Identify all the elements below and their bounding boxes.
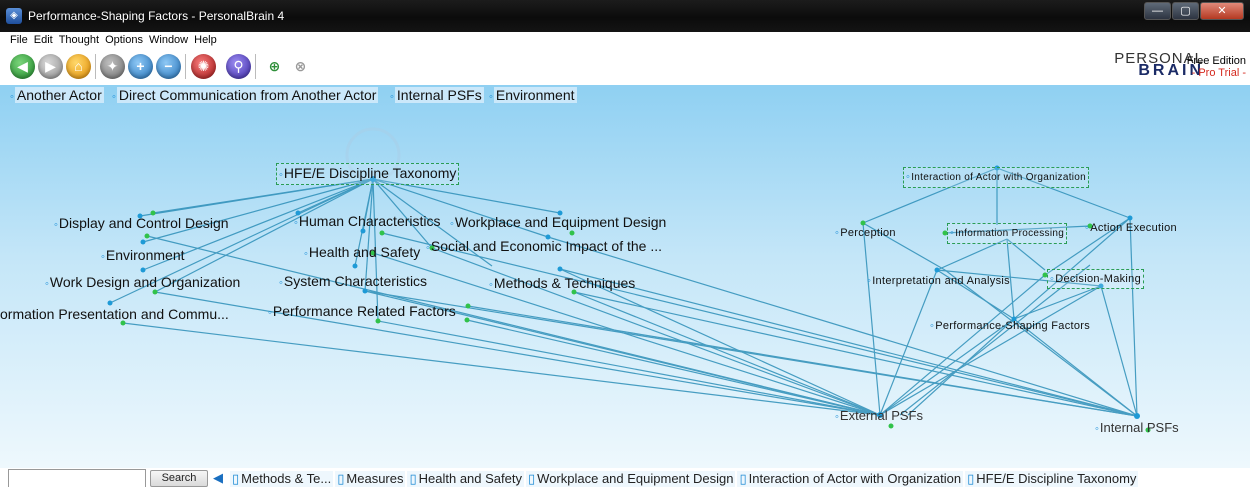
thought-workplace-equipment[interactable]: ◦Workplace and Equipment Design (450, 214, 666, 232)
thought-dot-icon: ◦ (10, 91, 14, 103)
thought-information-processing[interactable]: ◦Information Processing (947, 223, 1068, 244)
search-icon[interactable]: ⚲ (226, 54, 251, 79)
thought-performance-shaping-factors[interactable]: ◦Performance-Shaping Factors (930, 318, 1090, 334)
jump-thought-direct-communication[interactable]: ◦ Direct Communication from Another Actor (112, 87, 379, 105)
thought-dot-icon: ◦ (489, 91, 493, 103)
thought-square-icon: ▯ (337, 471, 345, 486)
history-item[interactable]: ▯ HFE/E Discipline Taxonomy (965, 471, 1139, 487)
thought-dot-icon: ◦ (390, 91, 394, 103)
history-back-icon[interactable]: ◀ (213, 470, 223, 486)
home-icon[interactable]: ⌂ (66, 54, 91, 79)
back-icon[interactable]: ◀ (10, 54, 35, 79)
thought-system-characteristics[interactable]: ◦System Characteristics (279, 273, 427, 291)
toolbar-separator (95, 54, 96, 79)
thought-human-characteristics[interactable]: ◦Human Characteristics (294, 213, 441, 231)
title-bar: ◈ Performance-Shaping Factors - Personal… (0, 0, 1250, 32)
edition-label: Free Edition - Pro Trial - (1186, 55, 1246, 79)
thought-perception[interactable]: ◦Perception (835, 225, 896, 241)
thought-decision-making[interactable]: ◦Decision-Making (1047, 269, 1145, 289)
thought-square-icon: ▯ (528, 471, 536, 486)
thought-display-control[interactable]: ◦Display and Control Design (54, 215, 229, 233)
toolbar-separator (255, 54, 256, 79)
history-item[interactable]: ▯ Methods & Te... (230, 471, 334, 487)
thought-action-execution[interactable]: ◦Action Execution (1085, 220, 1177, 236)
history-item[interactable]: ▯ Interaction of Actor with Organization (737, 471, 964, 487)
window-title: Performance-Shaping Factors - PersonalBr… (28, 9, 285, 23)
toolbar-separator (185, 54, 186, 79)
forward-icon[interactable]: ▶ (38, 54, 63, 79)
brain-icon[interactable]: ✺ (191, 54, 216, 79)
zoom-out-icon[interactable]: − (156, 54, 181, 79)
thought-information-presentation[interactable]: ormation Presentation and Commu... (0, 306, 229, 322)
thought-work-design[interactable]: ◦Work Design and Organization (45, 274, 240, 292)
bottom-bar: Search ◀ ▯ Methods & Te... ▯ Measures ▯ Hea… (0, 468, 1250, 487)
jump-thought-internal-psfs[interactable]: ◦ Internal PSFs (390, 87, 484, 105)
thought-interaction-actor-organization[interactable]: ◦Interaction of Actor with Organization (903, 167, 1090, 188)
search-button[interactable]: Search (150, 470, 208, 487)
thought-dot-icon: ◦ (279, 169, 283, 181)
menu-edit[interactable]: Edit (34, 32, 53, 48)
close-button[interactable]: ✕ (1200, 2, 1244, 20)
history-item[interactable]: ▯ Workplace and Equipment Design (526, 471, 736, 487)
jump-thought-environment[interactable]: ◦ Environment (489, 87, 577, 105)
share-icon[interactable]: ✦ (100, 54, 125, 79)
thought-internal-psfs[interactable]: ◦Internal PSFs (1095, 420, 1179, 437)
thought-social-economic[interactable]: ◦Social and Economic Impact of the ... (426, 238, 662, 256)
menu-file[interactable]: File (10, 32, 28, 48)
link-remove-icon[interactable]: ⊗ (288, 54, 313, 79)
thought-external-psfs[interactable]: ◦External PSFs (835, 408, 923, 425)
thought-history: ▯ Methods & Te... ▯ Measures ▯ Health and S… (230, 471, 1139, 487)
thought-dot-icon: ◦ (112, 91, 116, 103)
minimize-button[interactable]: — (1144, 2, 1171, 20)
thought-interpretation-analysis[interactable]: ◦Interpretation and Analysis (867, 273, 1010, 289)
link-add-icon[interactable]: ⊕ (262, 54, 287, 79)
window-controls: — ▢ ✕ (1144, 2, 1244, 20)
toolbar: ◀ ▶ ⌂ ✦ + − ✺ ⚲ ⊕ ⊗ PERSONAL BRAIN Free … (0, 48, 1250, 85)
thought-methods-techniques[interactable]: ◦Methods & Techniques (489, 275, 635, 293)
app-icon: ◈ (6, 8, 22, 24)
history-item[interactable]: ▯ Health and Safety (407, 471, 524, 487)
menu-options[interactable]: Options (105, 32, 143, 48)
jump-thought-another-actor[interactable]: ◦ Another Actor (10, 87, 104, 105)
menu-help[interactable]: Help (194, 32, 217, 48)
menu-window[interactable]: Window (149, 32, 188, 48)
history-item[interactable]: ▯ Measures (335, 471, 406, 487)
plex-view[interactable]: ◦ Another Actor ◦ Direct Communication fro… (0, 85, 1250, 468)
thought-performance-related[interactable]: ◦Performance Related Factors (268, 303, 456, 321)
menu-bar: File Edit Thought Options Window Help (0, 32, 1250, 48)
thought-square-icon: ▯ (967, 471, 975, 486)
thought-square-icon: ▯ (739, 471, 747, 486)
maximize-button[interactable]: ▢ (1172, 2, 1199, 20)
menu-thought[interactable]: Thought (59, 32, 99, 48)
thought-square-icon: ▯ (409, 471, 417, 486)
thought-environment[interactable]: ◦Environment (101, 247, 185, 265)
active-thought[interactable]: ◦HFE/E Discipline Taxonomy (276, 163, 460, 185)
zoom-in-icon[interactable]: + (128, 54, 153, 79)
thought-square-icon: ▯ (232, 471, 240, 486)
thought-health-safety[interactable]: ◦Health and Safety (304, 244, 420, 262)
search-input[interactable] (8, 469, 146, 487)
